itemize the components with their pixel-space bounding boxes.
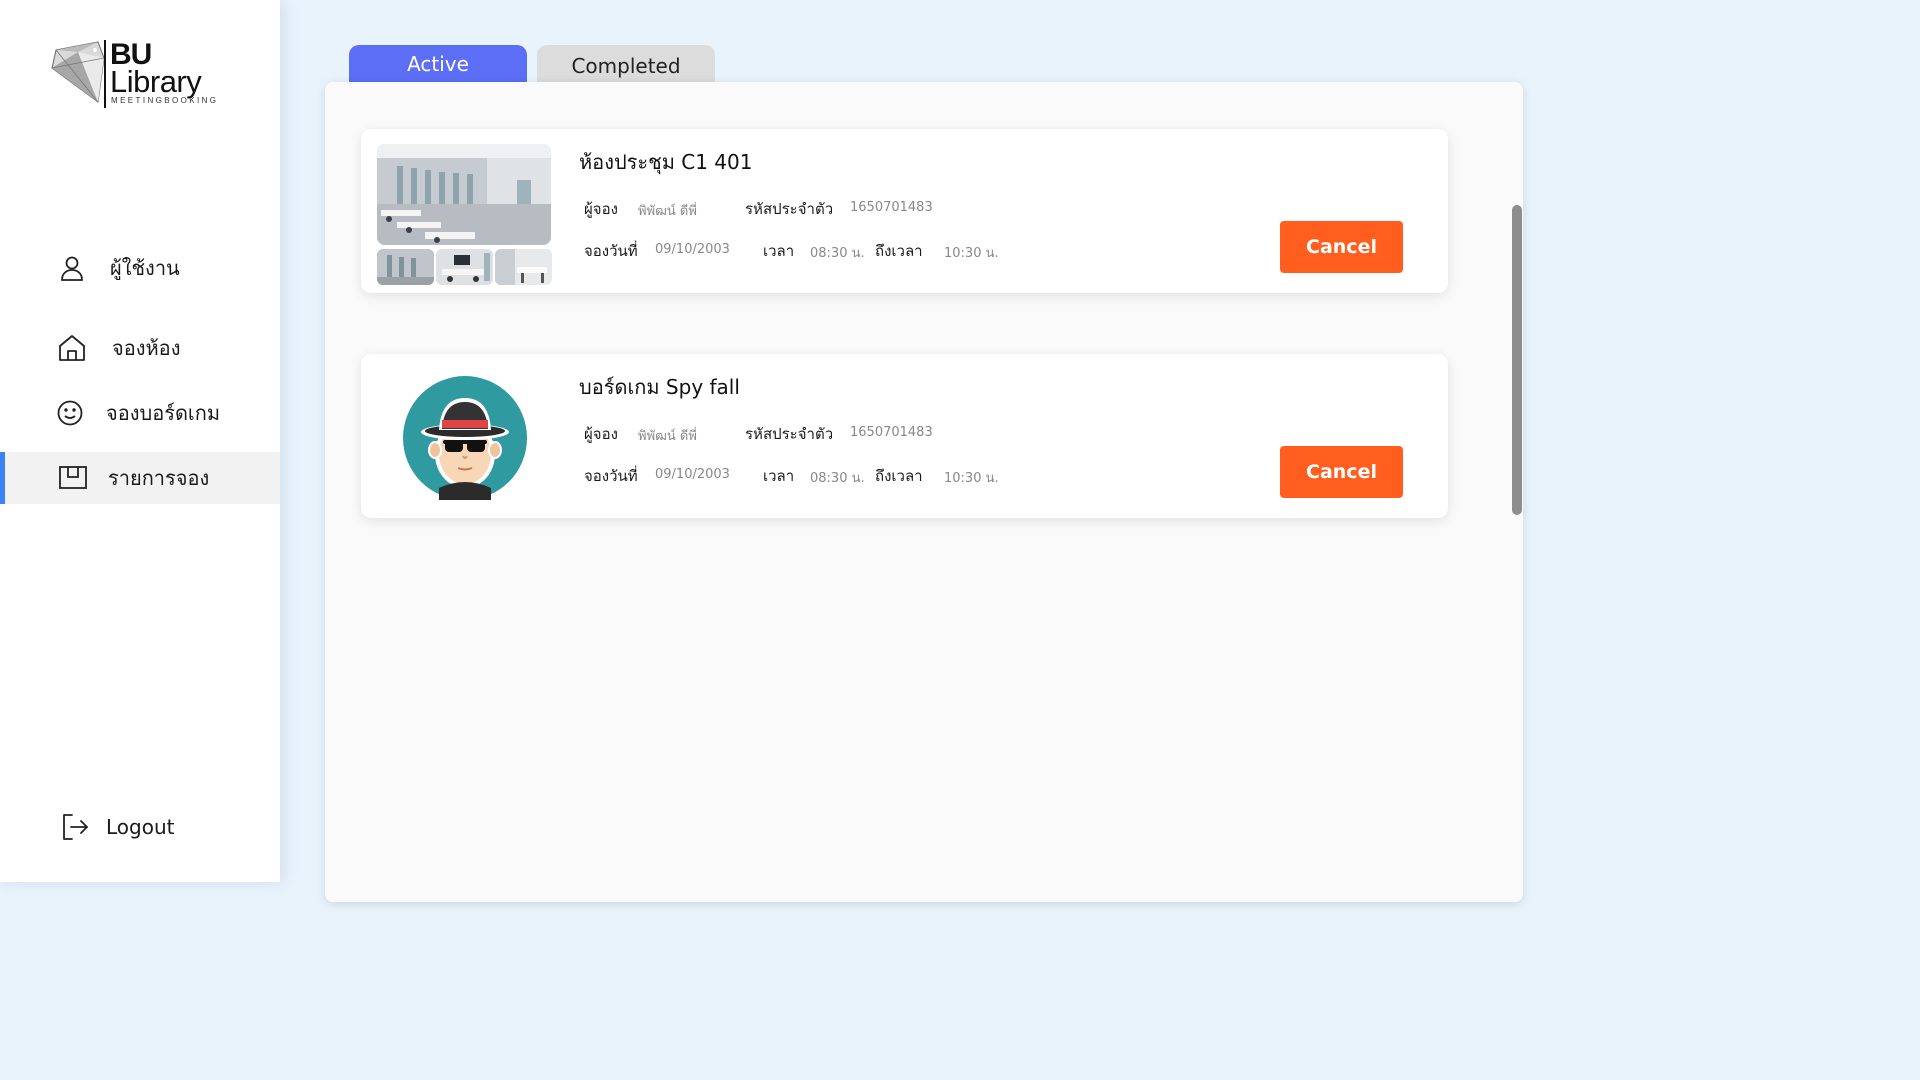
- sidebar-item-book-boardgame[interactable]: จองบอร์ดเกม: [0, 387, 280, 439]
- logo-subtitle: MEETINGBOOKING: [111, 96, 219, 105]
- student-id-value: 1650701483: [850, 425, 933, 440]
- until-value: 10:30 น.: [944, 471, 999, 486]
- home-icon: [56, 332, 88, 364]
- cancel-button[interactable]: Cancel: [1280, 446, 1403, 498]
- booker-label: ผู้จอง: [584, 425, 618, 443]
- time-value: 08:30 น.: [810, 471, 865, 486]
- date-label: จองวันที่: [584, 242, 638, 260]
- cancel-button[interactable]: Cancel: [1280, 221, 1403, 273]
- booker-value: พิพัฒน์ ดีพี่: [638, 429, 697, 444]
- until-label: ถึงเวลา: [875, 242, 923, 260]
- booker-value: พิพัฒน์ ดีพี่: [638, 204, 697, 219]
- time-label: เวลา: [763, 467, 795, 485]
- date-label: จองวันที่: [584, 467, 638, 485]
- sidebar-item-label: จองบอร์ดเกม: [106, 401, 221, 425]
- time-value: 08:30 น.: [810, 246, 865, 261]
- sidebar-item-users[interactable]: ผู้ใช้งาน: [0, 242, 280, 294]
- student-id-label: รหัสประจำตัว: [745, 200, 834, 218]
- booking-card: . ห้องประชุม C1 401 ผู้จอง พิพัฒน์ ดีพี่…: [361, 129, 1448, 293]
- booker-label: ผู้จอง: [584, 200, 618, 218]
- tab-active[interactable]: Active: [349, 45, 527, 82]
- sidebar: BU Library MEETINGBOOKING ผู้ใช้งาน จองห…: [0, 0, 280, 882]
- sidebar-item-bookings[interactable]: รายการจอง: [0, 452, 280, 504]
- room-thumbnail[interactable]: [377, 249, 434, 285]
- meeting-room-photo: .: [377, 144, 551, 245]
- date-value: 09/10/2003: [655, 467, 730, 482]
- bu-library-logo[interactable]: BU Library MEETINGBOOKING: [48, 38, 248, 113]
- booking-list-icon: [57, 462, 89, 494]
- sidebar-item-label: จองห้อง: [112, 336, 181, 360]
- logout-button[interactable]: Logout: [0, 801, 280, 853]
- user-icon: [56, 252, 88, 284]
- sidebar-item-label: ผู้ใช้งาน: [110, 256, 180, 280]
- booking-card: บอร์ดเกม Spy fall ผู้จอง พิพัฒน์ ดีพี่ ร…: [361, 354, 1448, 518]
- scrollbar-thumb[interactable]: [1512, 205, 1522, 515]
- tab-completed[interactable]: Completed: [537, 45, 715, 82]
- sidebar-item-label: รายการจอง: [108, 466, 210, 490]
- room-thumbnail[interactable]: [495, 249, 552, 285]
- until-label: ถึงเวลา: [875, 467, 923, 485]
- spy-avatar: [403, 376, 527, 500]
- booking-title: ห้องประชุม C1 401: [579, 150, 753, 174]
- student-id-label: รหัสประจำตัว: [745, 425, 834, 443]
- until-value: 10:30 น.: [944, 246, 999, 261]
- student-id-value: 1650701483: [850, 200, 933, 215]
- logout-icon: [59, 811, 91, 843]
- logo-library-text: Library: [110, 64, 202, 99]
- logo-divider: [104, 40, 106, 108]
- room-thumbnail[interactable]: [436, 249, 493, 285]
- time-label: เวลา: [763, 242, 795, 260]
- smiley-icon: [54, 397, 86, 429]
- booking-title: บอร์ดเกม Spy fall: [579, 375, 740, 399]
- svg-text:.: .: [495, 160, 496, 165]
- sidebar-item-book-room[interactable]: จองห้อง: [0, 322, 280, 374]
- diamond-logo-icon: [51, 41, 105, 103]
- logout-label: Logout: [106, 815, 175, 839]
- date-value: 09/10/2003: [655, 242, 730, 257]
